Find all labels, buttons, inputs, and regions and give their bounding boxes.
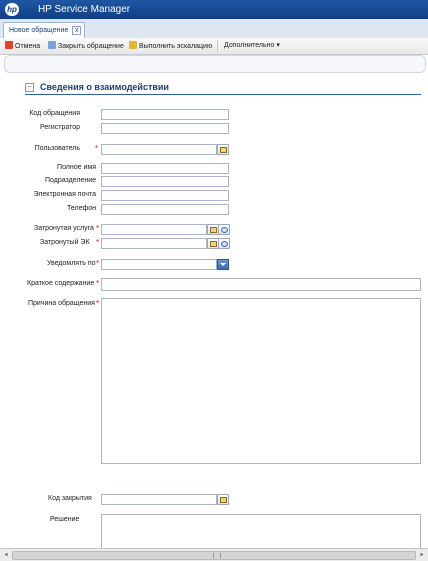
registrar-field[interactable] [101, 123, 229, 134]
closure-code-label: Код закрытия [48, 495, 92, 502]
affected-service-label: Затронутая услуга [34, 225, 94, 232]
horizontal-scrollbar[interactable]: ◂ ▸ [0, 548, 428, 561]
tab-bar: Новое обращение x [0, 19, 428, 39]
affected-service-search-icon[interactable] [218, 224, 230, 235]
required-mark: * [96, 279, 100, 288]
close-tab-icon[interactable]: x [72, 26, 82, 35]
close-ticket-button[interactable]: Закрыть обращение [48, 41, 124, 51]
escalate-button[interactable]: Выполнить эскалацию [129, 41, 212, 51]
notify-by-select[interactable] [101, 259, 217, 270]
phone-field[interactable] [101, 204, 229, 215]
affected-ci-search-icon[interactable] [218, 238, 230, 249]
subbar-panel [4, 55, 426, 73]
tab-new-ticket[interactable]: Новое обращение x [3, 22, 86, 38]
user-label: Пользователь [34, 145, 80, 152]
registrar-label: Регистратор [40, 124, 80, 131]
solution-label: Решение [50, 516, 80, 523]
user-lookup-icon[interactable] [217, 144, 229, 155]
cancel-icon [5, 41, 13, 49]
collapse-icon[interactable]: − [25, 83, 34, 92]
escalate-icon [129, 41, 137, 49]
cancel-label: Отмена [15, 43, 41, 50]
chevron-down-icon: ▾ [276, 42, 280, 49]
scroll-left-icon[interactable]: ◂ [2, 551, 10, 559]
scroll-right-icon[interactable]: ▸ [418, 551, 426, 559]
affected-service-field[interactable] [101, 224, 207, 235]
required-mark: * [96, 224, 100, 233]
toolbar-separator [217, 40, 218, 52]
full-name-field[interactable] [101, 163, 229, 174]
department-field[interactable] [101, 176, 229, 187]
scroll-thumb[interactable] [12, 551, 416, 560]
notify-by-dropdown-icon[interactable] [217, 259, 229, 270]
toolbar: Отмена Закрыть обращение Выполнить эскал… [0, 38, 428, 55]
hp-logo-icon: hp [5, 3, 19, 16]
ticket-id-field[interactable] [101, 109, 229, 120]
full-name-label: Полное имя [57, 164, 96, 171]
email-field[interactable] [101, 190, 229, 201]
close-ticket-label: Закрыть обращение [58, 43, 124, 50]
close-ticket-icon [48, 41, 56, 49]
affected-ci-label: Затронутый ЭК [40, 239, 90, 246]
summary-field[interactable] [101, 278, 421, 291]
required-mark: * [96, 299, 100, 308]
more-menu-button[interactable]: Дополнительно ▾ [224, 41, 280, 51]
required-mark: * [95, 144, 99, 153]
required-mark: * [96, 238, 100, 247]
reason-label: Причина обращения [28, 300, 95, 307]
closure-code-lookup-icon[interactable] [217, 494, 229, 505]
solution-textarea[interactable] [101, 514, 421, 548]
user-field[interactable] [101, 144, 217, 155]
escalate-label: Выполнить эскалацию [139, 43, 213, 50]
section-title: Сведения о взаимодействии [40, 82, 169, 92]
required-mark: * [96, 259, 100, 268]
section-header[interactable]: − Сведения о взаимодействии [25, 82, 421, 95]
more-label: Дополнительно [224, 42, 275, 49]
department-label: Подразделение [44, 177, 96, 184]
email-label: Электронная почта [33, 191, 96, 198]
form-content: − Сведения о взаимодействии Код обращени… [0, 74, 428, 548]
ticket-id-label: Код обращения [29, 110, 80, 117]
summary-label: Краткое содержание [27, 280, 95, 287]
tab-label: Новое обращение [9, 27, 69, 34]
notify-by-label: Уведомлять по [47, 260, 96, 267]
cancel-button[interactable]: Отмена [5, 41, 40, 51]
app-title: HP Service Manager [38, 4, 131, 15]
reason-textarea[interactable] [101, 298, 421, 464]
title-bar: hp HP Service Manager [0, 0, 428, 19]
affected-ci-field[interactable] [101, 238, 207, 249]
closure-code-field[interactable] [101, 494, 217, 505]
grip-icon [213, 553, 221, 558]
phone-label: Телефон [66, 205, 96, 212]
